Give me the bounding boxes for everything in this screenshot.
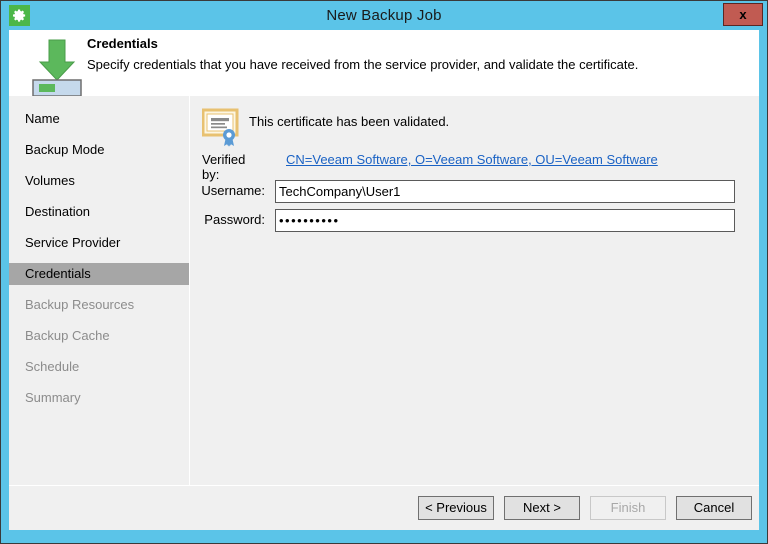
- password-field-row: Password:: [190, 209, 759, 233]
- next-button[interactable]: Next >: [504, 496, 580, 520]
- sidebar-item-label: Backup Mode: [25, 142, 105, 157]
- previous-button[interactable]: < Previous: [418, 496, 494, 520]
- wizard-header: Credentials Specify credentials that you…: [9, 30, 759, 96]
- sidebar-item-credentials[interactable]: Credentials: [9, 263, 189, 285]
- title-bar[interactable]: New Backup Job x: [1, 1, 767, 30]
- sidebar-item-service-provider[interactable]: Service Provider: [9, 232, 189, 254]
- dialog-body: Credentials Specify credentials that you…: [9, 30, 759, 530]
- sidebar-item-backup-resources: Backup Resources: [9, 294, 189, 316]
- sidebar-item-volumes[interactable]: Volumes: [9, 170, 189, 192]
- certificate-icon: [202, 108, 244, 148]
- window-title: New Backup Job: [1, 1, 767, 30]
- password-label: Password:: [190, 212, 265, 227]
- sidebar-item-label: Credentials: [25, 266, 91, 281]
- sidebar-item-label: Summary: [25, 390, 81, 405]
- sidebar-item-backup-mode[interactable]: Backup Mode: [9, 139, 189, 161]
- sidebar-item-label: Destination: [25, 204, 90, 219]
- username-field-row: Username:: [190, 180, 759, 204]
- main-content: This certificate has been validated. Ver…: [190, 96, 759, 485]
- certificate-status-text: This certificate has been validated.: [249, 114, 449, 129]
- sidebar-item-destination[interactable]: Destination: [9, 201, 189, 223]
- username-input[interactable]: [275, 180, 735, 203]
- sidebar-item-label: Name: [25, 111, 60, 126]
- certificate-subject-link[interactable]: CN=Veeam Software, O=Veeam Software, OU=…: [286, 152, 658, 167]
- sidebar-item-schedule: Schedule: [9, 356, 189, 378]
- sidebar-item-label: Service Provider: [25, 235, 120, 250]
- sidebar-item-label: Schedule: [25, 359, 79, 374]
- page-title: Credentials: [87, 36, 158, 51]
- username-label: Username:: [190, 183, 265, 198]
- sidebar-item-label: Volumes: [25, 173, 75, 188]
- page-description: Specify credentials that you have receiv…: [87, 57, 638, 72]
- certificate-status-row: This certificate has been validated.: [202, 108, 742, 150]
- verified-by-label: Verified by:: [202, 152, 245, 182]
- sidebar-item-backup-cache: Backup Cache: [9, 325, 189, 347]
- password-input[interactable]: [275, 209, 735, 232]
- sidebar-item-name[interactable]: Name: [9, 108, 189, 130]
- sidebar-item-label: Backup Resources: [25, 297, 134, 312]
- sidebar-item-label: Backup Cache: [25, 328, 110, 343]
- cancel-button[interactable]: Cancel: [676, 496, 752, 520]
- sidebar-item-summary: Summary: [9, 387, 189, 409]
- finish-button: Finish: [590, 496, 666, 520]
- dialog-footer: < Previous Next > Finish Cancel: [9, 486, 759, 530]
- wizard-steps-sidebar: Name Backup Mode Volumes Destination Service…: [9, 96, 190, 485]
- download-arrow-icon: [29, 34, 85, 96]
- close-button[interactable]: x: [723, 3, 763, 26]
- dialog-window: New Backup Job x Credentials Specify cre…: [0, 0, 768, 544]
